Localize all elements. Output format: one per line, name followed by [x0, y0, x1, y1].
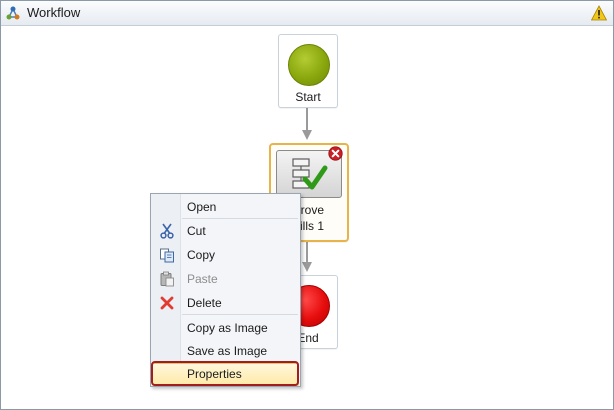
menu-item-cut[interactable]: Cut [151, 220, 300, 242]
start-circle-icon [288, 44, 330, 86]
scissors-icon [160, 223, 174, 239]
menu-item-label: Copy [187, 248, 216, 262]
menu-item-label: Cut [187, 224, 206, 238]
start-label: Start [295, 90, 321, 104]
menu-item-label: Paste [187, 272, 218, 286]
menu-item-save-as-image[interactable]: Save as Image [151, 340, 300, 362]
copy-icon [160, 248, 174, 263]
paste-icon [160, 271, 174, 287]
menu-item-delete[interactable]: Delete [151, 292, 300, 314]
menu-item-open[interactable]: Open [151, 196, 300, 218]
context-menu: Open Cut Copy Paste Delete Copy as Image… [150, 193, 301, 387]
menu-item-label: Delete [187, 296, 222, 310]
delete-icon [160, 296, 174, 310]
connector-arrowhead [302, 130, 312, 140]
menu-item-copy-as-image[interactable]: Copy as Image [151, 317, 300, 339]
menu-item-label: Copy as Image [187, 321, 268, 335]
menu-item-label: Save as Image [187, 344, 268, 358]
menu-item-label: Open [187, 200, 217, 214]
start-node[interactable]: Start [278, 34, 338, 108]
menu-item-copy[interactable]: Copy [151, 244, 300, 266]
menu-separator [182, 218, 298, 219]
menu-item-paste[interactable]: Paste [151, 268, 300, 290]
connector-arrowhead [302, 262, 312, 272]
menu-separator [182, 314, 298, 315]
error-icon [328, 146, 343, 161]
menu-item-properties[interactable]: Properties [152, 363, 299, 386]
menu-item-label: Properties [187, 367, 242, 381]
